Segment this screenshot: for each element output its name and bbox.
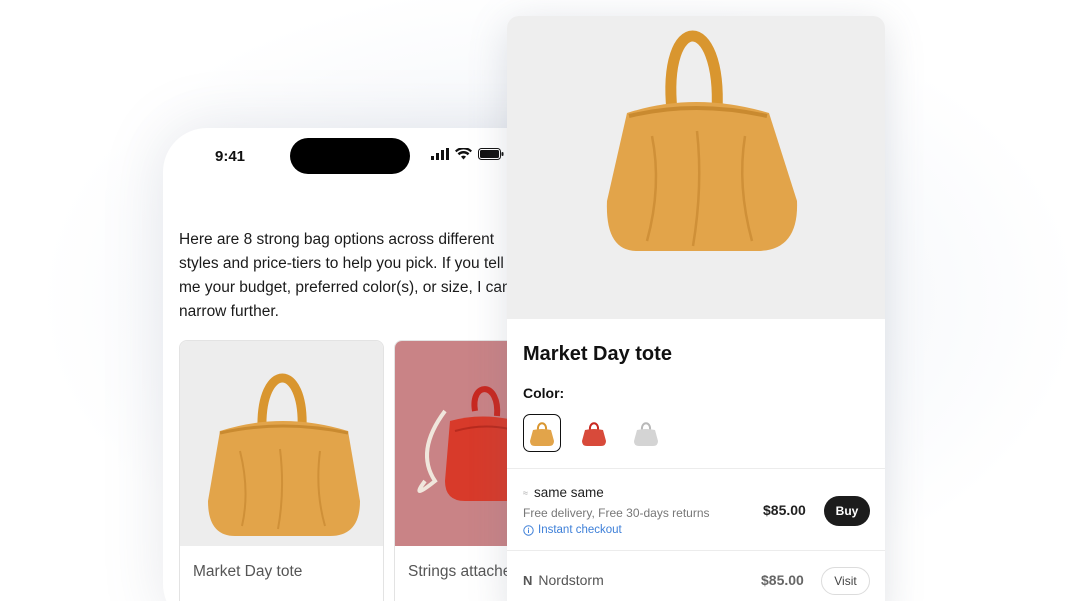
status-icons bbox=[431, 148, 504, 160]
red-bag-icon bbox=[582, 422, 606, 446]
swatch-gray[interactable] bbox=[627, 414, 665, 452]
instant-checkout-badge[interactable]: Instant checkout bbox=[523, 524, 710, 536]
seller-price: $85.00 bbox=[763, 502, 806, 518]
seller-name: same same bbox=[533, 485, 604, 500]
yellow-tote-bag-image bbox=[606, 30, 798, 251]
signal-icon bbox=[431, 148, 449, 160]
divider bbox=[507, 550, 885, 551]
assistant-message: Here are 8 strong bag options across dif… bbox=[179, 231, 511, 320]
wifi-icon bbox=[455, 148, 472, 160]
instant-checkout-label: Instant checkout bbox=[538, 524, 622, 536]
product-card[interactable]: Market Day tote bbox=[179, 340, 384, 601]
color-swatches bbox=[523, 414, 665, 452]
info-icon bbox=[523, 524, 534, 536]
product-image bbox=[180, 341, 383, 546]
color-label: Color: bbox=[523, 385, 565, 401]
visit-button[interactable]: Visit bbox=[821, 567, 870, 595]
product-name: Market Day tote bbox=[193, 563, 303, 580]
seller-price: $85.00 bbox=[761, 572, 804, 588]
dynamic-island bbox=[290, 138, 410, 174]
gray-bag-icon bbox=[634, 422, 658, 446]
seller-row-nordstorm: N Nordstorm bbox=[523, 572, 604, 588]
product-title: Market Day tote bbox=[523, 343, 672, 365]
seller-logo-icon: ≈ bbox=[523, 487, 528, 498]
battery-icon bbox=[478, 148, 504, 160]
yellow-tote-bag-image bbox=[208, 373, 360, 536]
swatch-red[interactable] bbox=[575, 414, 613, 452]
status-time: 9:41 bbox=[215, 148, 246, 165]
yellow-bag-icon bbox=[530, 422, 554, 446]
product-detail-panel: Market Day tote Color: ≈ same same Free … bbox=[507, 16, 885, 601]
seller-shipping: Free delivery, Free 30-days returns bbox=[523, 506, 710, 520]
seller-row-same-same: ≈ same same Free delivery, Free 30-days … bbox=[523, 485, 710, 536]
seller-name: Nordstorm bbox=[538, 572, 604, 588]
swatch-yellow[interactable] bbox=[523, 414, 561, 452]
product-name: Strings attached bbox=[408, 563, 521, 580]
nordstrom-logo-icon: N bbox=[523, 572, 533, 588]
product-hero-image bbox=[507, 16, 885, 319]
divider bbox=[507, 468, 885, 469]
buy-button[interactable]: Buy bbox=[824, 496, 870, 526]
